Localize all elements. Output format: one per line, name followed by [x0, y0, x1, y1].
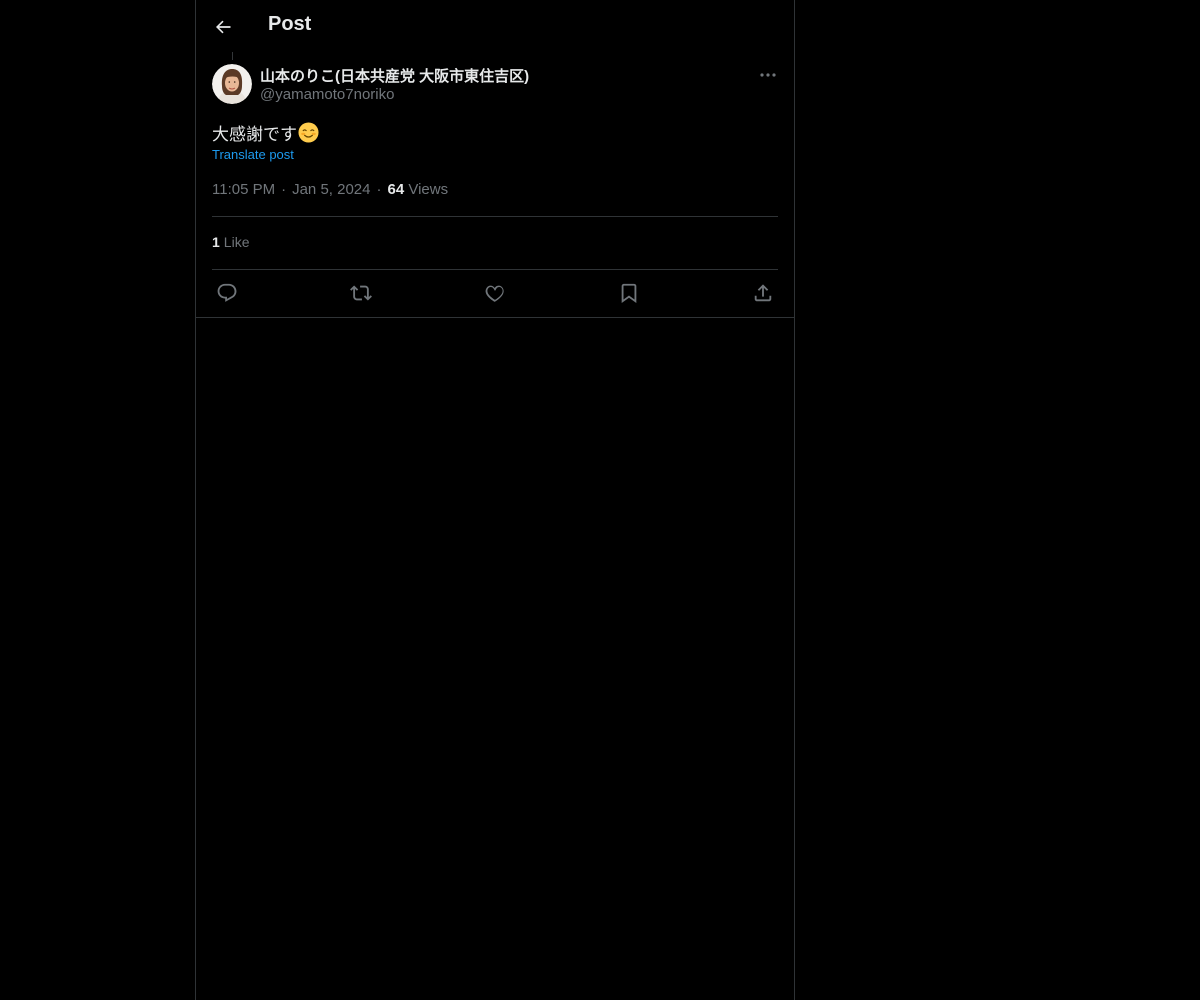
smiling-face-icon [298, 122, 319, 143]
views-count: 64 [387, 181, 405, 198]
divider [212, 269, 778, 270]
likes-count-link[interactable]: 1 Like [212, 234, 249, 250]
author-name[interactable]: 山本のりこ(日本共産党 大阪市東住吉区) [260, 65, 529, 86]
back-button[interactable] [210, 14, 236, 40]
repost-button[interactable] [348, 280, 374, 306]
share-button[interactable] [750, 280, 776, 306]
share-icon [754, 284, 772, 302]
author-handle[interactable]: @yamamoto7noriko [260, 86, 394, 103]
profile-photo [212, 64, 252, 104]
post-metadata: 11:05 PM · Jan 5, 2024 · 64 Views [212, 181, 448, 198]
post-date[interactable]: Jan 5, 2024 [292, 181, 370, 198]
repost-icon [350, 285, 372, 301]
avatar[interactable] [212, 64, 252, 104]
separator-dot: · [376, 181, 382, 198]
likes-count: 1 [212, 234, 220, 250]
reply-icon [217, 283, 237, 302]
separator-dot: · [281, 181, 287, 198]
arrow-left-icon [216, 20, 231, 34]
post-bottom-border [196, 317, 794, 318]
like-icon [485, 285, 504, 303]
bookmark-icon [621, 283, 637, 304]
page-title: Post [268, 13, 312, 35]
reply-button[interactable] [214, 280, 240, 306]
post-actions-bar [212, 280, 778, 306]
like-button[interactable] [482, 280, 508, 306]
page-header: Post [196, 0, 794, 53]
more-horizontal-icon [760, 73, 776, 77]
likes-label: Like [223, 234, 250, 250]
thread-connector-line [232, 52, 233, 60]
post-time[interactable]: 11:05 PM [212, 181, 275, 198]
views-label: Views [408, 181, 449, 198]
translate-post-link[interactable]: Translate post [212, 147, 294, 162]
more-options-button[interactable] [756, 64, 780, 86]
bookmark-button[interactable] [616, 280, 642, 306]
post-text: 大感謝です [212, 120, 319, 145]
main-column: Post 山本のりこ(日本共産党 大阪市東住吉区) @yamamoto7nori… [195, 0, 795, 1000]
post-text-content: 大感謝です [212, 125, 297, 144]
divider [212, 216, 778, 217]
relieved-smiling-face-emoji [298, 122, 319, 143]
